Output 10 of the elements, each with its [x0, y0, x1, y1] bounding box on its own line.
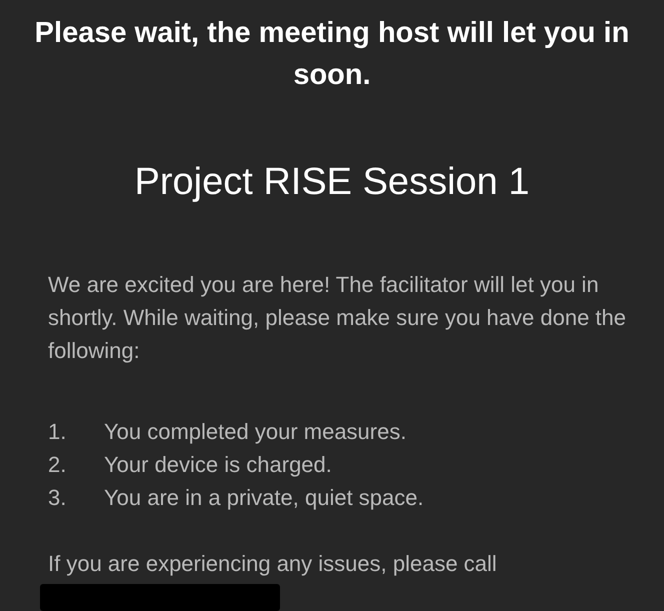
waiting-message: Please wait, the meeting host will let you in soon.: [34, 16, 630, 93]
intro-text: We are excited you are here! The facilitator will let you in shortly. While waiting, please make sure you have done the following:: [48, 271, 628, 365]
meeting-title: Project RISE Session 1: [134, 160, 530, 205]
list-item-text: You are in a private, quiet space.: [104, 484, 424, 512]
help-text: If you are experiencing any issues, please call: [48, 550, 498, 578]
list-item-text: Your device is charged.: [104, 451, 332, 479]
list-number: 3.: [48, 484, 68, 512]
list-number: 1.: [48, 418, 68, 446]
list-item-text: You completed your measures.: [104, 418, 406, 446]
list-number: 2.: [48, 451, 68, 479]
